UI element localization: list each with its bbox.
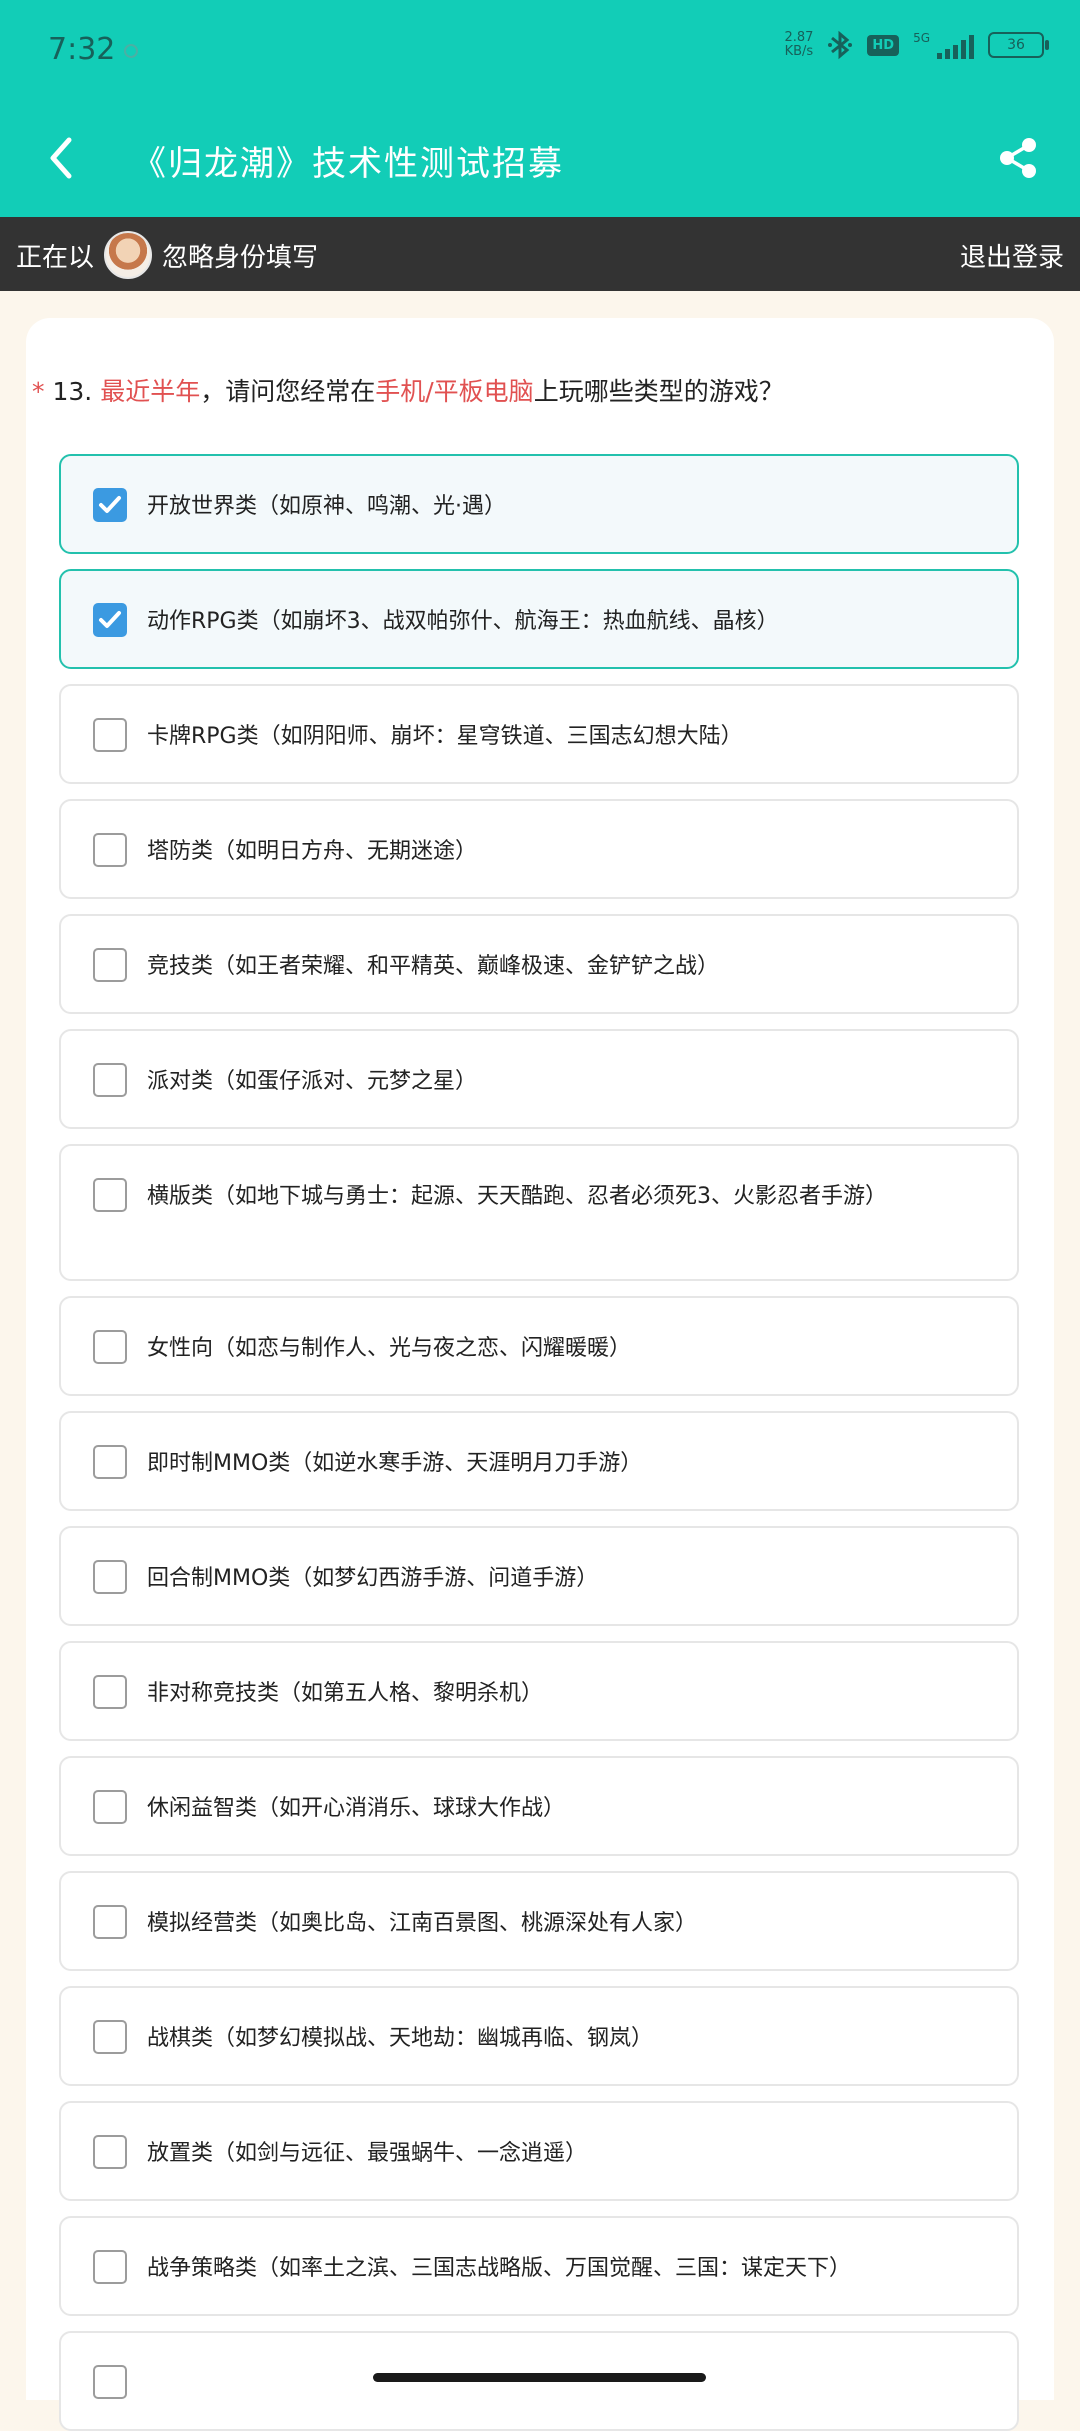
app-bar: 《归龙潮》技术性测试招募 (0, 100, 1080, 217)
option-label: 回合制MMO类（如梦幻西游手游、问道手游） (147, 1566, 599, 1591)
question-highlight-device: 手机/平板电脑 (375, 377, 534, 406)
checkbox-option[interactable]: 派对类（如蛋仔派对、元梦之星） (59, 1029, 1019, 1129)
checkbox-option[interactable]: 战棋类（如梦幻模拟战、天地劫：幽城再临、钢岚） (59, 1986, 1019, 2086)
question-text-part: 上玩哪些类型的游戏？ (533, 377, 784, 406)
option-label: 开放世界类（如原神、鸣潮、光·遇） (147, 494, 506, 519)
question-highlight-period: 最近半年 (100, 377, 201, 406)
required-mark: * (32, 377, 45, 406)
option-label: 模拟经营类（如奥比岛、江南百景图、桃源深处有人家） (147, 1911, 698, 1936)
network-speed-unit: KB/s (784, 44, 814, 59)
page-title: 《归龙潮》技术性测试招募 (132, 144, 564, 184)
status-time: 7:32 (48, 32, 116, 67)
identity-bar: 正在以 忽略身份填写 退出登录 (0, 217, 1080, 291)
share-button[interactable] (986, 126, 1050, 190)
status-bar: 7:32 2.87 KB/s HD 5G 36 (0, 0, 1080, 100)
checkbox-empty-icon[interactable] (93, 833, 127, 867)
checkbox-option[interactable]: 塔防类（如明日方舟、无期迷途） (59, 799, 1019, 899)
checkbox-empty-icon[interactable] (93, 1330, 127, 1364)
logout-link[interactable]: 退出登录 (960, 237, 1064, 274)
checkbox-empty-icon[interactable] (93, 2135, 127, 2169)
status-icons: 2.87 KB/s HD 5G 36 (784, 30, 1049, 60)
option-label: 放置类（如剑与远征、最强蜗牛、一念逍遥） (147, 2141, 588, 2166)
option-label: 派对类（如蛋仔派对、元梦之星） (147, 1069, 478, 1094)
network-type: 5G (913, 31, 930, 45)
chevron-left-icon (50, 137, 72, 179)
option-label: 女性向（如恋与制作人、光与夜之恋、闪耀暖暖） (147, 1336, 632, 1361)
signal-icon: 5G (913, 31, 974, 59)
option-label: 非对称竞技类（如第五人格、黎明杀机） (147, 1681, 544, 1706)
share-icon (1000, 138, 1036, 178)
checkbox-option[interactable]: 即时制MMO类（如逆水寒手游、天涯明月刀手游） (59, 1411, 1019, 1511)
option-label: 竞技类（如王者荣耀、和平精英、巅峰极速、金铲铲之战） (147, 954, 720, 979)
checkbox-option[interactable]: 女性向（如恋与制作人、光与夜之恋、闪耀暖暖） (59, 1296, 1019, 1396)
checkbox-empty-icon[interactable] (93, 1560, 127, 1594)
option-label: 休闲益智类（如开心消消乐、球球大作战） (147, 1796, 566, 1821)
checkbox-option[interactable]: 放置类（如剑与远征、最强蜗牛、一念逍遥） (59, 2101, 1019, 2201)
option-label: 动作RPG类（如崩坏3、战双帕弥什、航海王：热血航线、晶核） (147, 609, 779, 634)
identity-label: 正在以 (16, 243, 95, 273)
anonymous-hint[interactable]: 忽略身份填写 (162, 237, 318, 274)
battery-icon: 36 (988, 32, 1049, 58)
checkbox-empty-icon[interactable] (93, 948, 127, 982)
checkbox-option[interactable]: 非对称竞技类（如第五人格、黎明杀机） (59, 1641, 1019, 1741)
checkbox-empty-icon[interactable] (93, 1675, 127, 1709)
option-label: 即时制MMO类（如逆水寒手游、天涯明月刀手游） (147, 1451, 643, 1476)
question-title: * 13. 最近半年，请问您经常在手机/平板电脑上玩哪些类型的游戏？ (32, 372, 784, 408)
hd-badge: HD (867, 34, 900, 56)
option-label: 横版类（如地下城与勇士：起源、天天酷跑、忍者必须死3、火影忍者手游） (147, 1184, 887, 1209)
checkbox-option[interactable]: 卡牌RPG类（如阴阳师、崩坏：星穹铁道、三国志幻想大陆） (59, 684, 1019, 784)
question-text-part: ，请问您经常在 (200, 377, 376, 406)
checkbox-empty-icon[interactable] (93, 1063, 127, 1097)
network-speed: 2.87 KB/s (784, 31, 813, 59)
checkbox-checked-icon[interactable] (93, 603, 127, 637)
survey-card: * 13. 最近半年，请问您经常在手机/平板电脑上玩哪些类型的游戏？ 开放世界类（… (26, 318, 1054, 2431)
avatar (104, 231, 152, 279)
option-label: 卡牌RPG类（如阴阳师、崩坏：星穹铁道、三国志幻想大陆） (147, 724, 743, 749)
checkbox-empty-icon[interactable] (93, 1790, 127, 1824)
battery-level: 36 (1007, 37, 1025, 53)
option-label: 塔防类（如明日方舟、无期迷途） (147, 839, 478, 864)
checkbox-empty-icon[interactable] (93, 2020, 127, 2054)
checkbox-option[interactable]: 休闲益智类（如开心消消乐、球球大作战） (59, 1756, 1019, 1856)
checkbox-option[interactable]: 开放世界类（如原神、鸣潮、光·遇） (59, 454, 1019, 554)
checkbox-empty-icon[interactable] (93, 1905, 127, 1939)
checkbox-checked-icon[interactable] (93, 488, 127, 522)
checkbox-empty-icon[interactable] (93, 1445, 127, 1479)
bluetooth-icon (828, 30, 853, 60)
checkbox-option[interactable]: 回合制MMO类（如梦幻西游手游、问道手游） (59, 1526, 1019, 1626)
home-indicator[interactable] (373, 2373, 706, 2382)
checkbox-empty-icon[interactable] (93, 1178, 127, 1212)
option-label: 战争策略类（如率土之滨、三国志战略版、万国觉醒、三国：谋定天下） (147, 2256, 852, 2281)
notification-dot-icon (124, 44, 138, 58)
checkbox-option[interactable]: 竞技类（如王者荣耀、和平精英、巅峰极速、金铲铲之战） (59, 914, 1019, 1014)
back-button[interactable] (30, 128, 90, 188)
question-number: 13. (52, 377, 93, 406)
checkbox-option[interactable]: 战争策略类（如率土之滨、三国志战略版、万国觉醒、三国：谋定天下） (59, 2216, 1019, 2316)
checkbox-option[interactable]: 模拟经营类（如奥比岛、江南百景图、桃源深处有人家） (59, 1871, 1019, 1971)
checkbox-option[interactable]: 动作RPG类（如崩坏3、战双帕弥什、航海王：热血航线、晶核） (59, 569, 1019, 669)
checkbox-empty-icon[interactable] (93, 2365, 127, 2399)
checkbox-empty-icon[interactable] (93, 2250, 127, 2284)
option-label: 战棋类（如梦幻模拟战、天地劫：幽城再临、钢岚） (147, 2026, 654, 2051)
network-speed-value: 2.87 (784, 30, 814, 45)
checkbox-empty-icon[interactable] (93, 718, 127, 752)
checkbox-option[interactable]: 横版类（如地下城与勇士：起源、天天酷跑、忍者必须死3、火影忍者手游） (59, 1144, 1019, 1281)
